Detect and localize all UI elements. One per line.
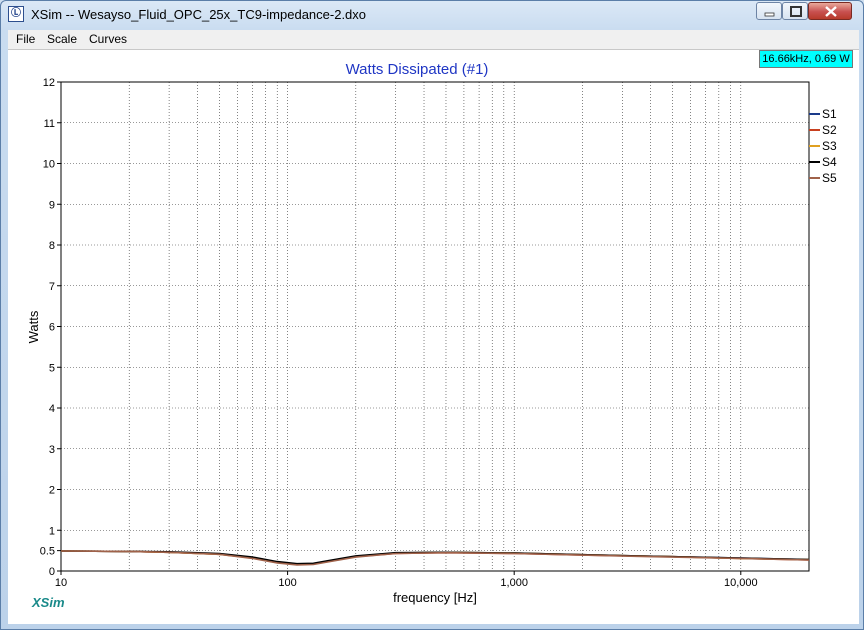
legend-label-s3: S3 — [822, 139, 837, 153]
legend-label-s4: S4 — [822, 155, 837, 169]
x-tick-label: 100 — [278, 577, 296, 589]
y-tick-label: 0.5 — [40, 546, 55, 558]
legend-label-s1: S1 — [822, 107, 837, 121]
y-tick-label: 8 — [49, 240, 55, 252]
chart-ticks: 00.512345678910111210 100 1,000 10,000 — [40, 77, 758, 589]
cursor-readout: 16.66kHz, 0.69 W — [759, 50, 853, 68]
y-tick-label: 4 — [49, 403, 55, 415]
y-tick-label: 5 — [49, 362, 55, 374]
chart-title: Watts Dissipated (#1) — [346, 61, 489, 78]
y-tick-label: 3 — [49, 444, 55, 456]
chart-curves — [60, 550, 810, 566]
y-tick-label: 10 — [43, 159, 55, 171]
legend-label-s2: S2 — [822, 123, 837, 137]
y-tick-label: 9 — [49, 199, 55, 211]
y-tick-label: 1 — [49, 525, 55, 537]
series-line-s5 — [60, 550, 810, 566]
y-tick-label: 2 — [49, 485, 55, 497]
x-tick-label: 10 — [55, 577, 67, 589]
plot-frame — [60, 81, 810, 572]
chart-grid — [61, 82, 809, 571]
chart-axes — [60, 81, 810, 572]
x-tick-label: 10,000 — [724, 577, 758, 589]
y-tick-label: 6 — [49, 322, 55, 334]
xsim-brand: XSim — [32, 595, 65, 610]
chart-legend: S1 S2 S3 S4 S5 — [809, 107, 837, 185]
y-tick-label: 12 — [43, 77, 55, 89]
y-tick-label: 11 — [44, 118, 55, 130]
legend-label-s5: S5 — [822, 171, 837, 185]
x-axis-label: frequency [Hz] — [393, 590, 477, 605]
x-tick-label: 1,000 — [500, 577, 528, 589]
watts-chart[interactable]: 00.512345678910111210 100 1,000 10,000 S1S2… — [0, 0, 864, 630]
y-axis-label: Watts — [26, 310, 41, 343]
y-tick-label: 7 — [49, 281, 55, 293]
